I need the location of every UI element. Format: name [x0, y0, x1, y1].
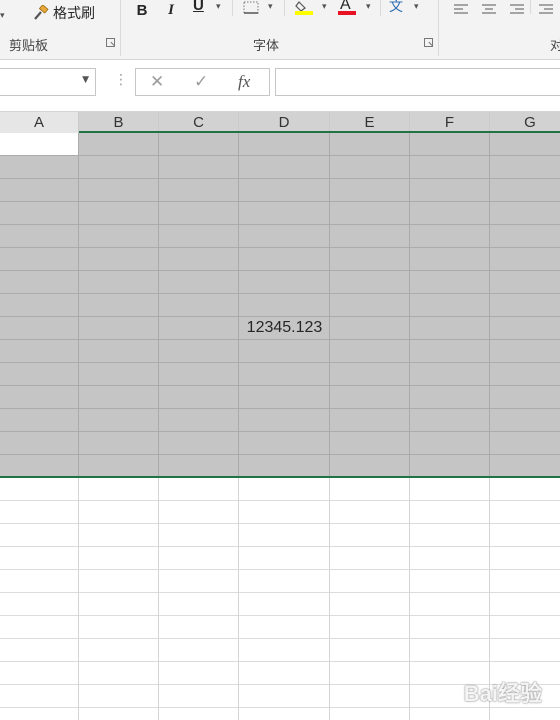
- column-header-e[interactable]: E: [330, 112, 410, 133]
- column-gridline: [158, 477, 159, 720]
- row-gridline: [0, 431, 560, 432]
- underline-dropdown-caret[interactable]: ▾: [216, 2, 221, 12]
- column-header-f[interactable]: F: [410, 112, 490, 133]
- bold-button[interactable]: B: [134, 0, 150, 20]
- clipboard-dialog-launcher[interactable]: [106, 38, 115, 47]
- paintbrush-icon: [34, 5, 49, 20]
- fill-color-button[interactable]: [294, 0, 316, 18]
- alignment-group-label: 对: [550, 39, 560, 54]
- indent-button[interactable]: [538, 0, 554, 14]
- paste-dropdown-caret[interactable]: ▾: [0, 6, 5, 26]
- name-box[interactable]: ▼: [0, 68, 96, 96]
- font-color-button[interactable]: A: [337, 0, 359, 18]
- font-color-icon: [338, 11, 356, 15]
- column-gridline: [409, 133, 410, 477]
- row-gridline: [0, 638, 560, 639]
- selection-range[interactable]: [0, 133, 560, 477]
- column-gridline: [329, 133, 330, 477]
- enter-icon[interactable]: ✓: [194, 72, 208, 92]
- row-gridline: [0, 224, 560, 225]
- active-cell[interactable]: [0, 133, 78, 156]
- underline-button[interactable]: U: [190, 0, 208, 20]
- align-center-icon: [482, 4, 496, 14]
- row-gridline: [0, 408, 560, 409]
- cell-d-value[interactable]: 12345.123: [239, 319, 330, 337]
- row-gridline: [0, 500, 560, 501]
- align-center-button[interactable]: [481, 0, 497, 14]
- format-painter-button[interactable]: 格式刷: [33, 3, 95, 23]
- column-gridline: [78, 477, 79, 720]
- indent-icon: [539, 4, 553, 14]
- align-right-icon: [510, 4, 524, 14]
- cell-grid[interactable]: 12345.123 Bai经验: [0, 133, 560, 720]
- row-gridline: [0, 339, 560, 340]
- baidu-watermark: Bai经验: [464, 676, 542, 708]
- insert-function-button[interactable]: fx: [238, 72, 250, 92]
- column-gridline: [409, 477, 410, 720]
- column-gridline: [489, 133, 490, 477]
- row-gridline: [0, 293, 560, 294]
- phonetic-guide-icon: 文: [389, 0, 403, 15]
- border-dropdown-caret[interactable]: ▾: [268, 2, 273, 12]
- fill-color-icon: [295, 1, 313, 15]
- group-separator: [120, 0, 121, 56]
- column-header-c[interactable]: C: [159, 112, 239, 133]
- watermark-text: Bai经验: [463, 681, 542, 706]
- column-header-d[interactable]: D: [239, 112, 330, 133]
- row-gridline: [0, 270, 560, 271]
- row-gridline: [0, 178, 560, 179]
- ribbon: ▾ 格式刷 剪贴板 B I U ▾ ▾ ▾ A ▾ 文 ▾ 字体 对: [0, 0, 560, 60]
- align-right-button[interactable]: [509, 0, 525, 14]
- phonetic-guide-button[interactable]: 文: [389, 0, 407, 16]
- row-gridline: [0, 546, 560, 547]
- formula-bar-grip-icon[interactable]: ⋮: [114, 72, 128, 88]
- fill-color-dropdown-caret[interactable]: ▾: [322, 2, 327, 12]
- column-header-a[interactable]: A: [0, 112, 79, 133]
- group-separator: [438, 0, 439, 56]
- column-gridline: [238, 477, 239, 720]
- column-gridline: [238, 133, 239, 477]
- font-color-dropdown-caret[interactable]: ▾: [366, 2, 371, 12]
- row-gridline: [0, 569, 560, 570]
- group-separator: [380, 0, 381, 16]
- underline-label: U: [193, 0, 204, 14]
- row-gridline: [0, 454, 560, 455]
- column-header-b[interactable]: B: [79, 112, 159, 133]
- row-gridline: [0, 247, 560, 248]
- row-gridline: [0, 615, 560, 616]
- column-header-g[interactable]: G: [490, 112, 560, 133]
- column-gridline: [78, 133, 79, 477]
- row-gridline: [0, 155, 560, 156]
- format-painter-label: 格式刷: [53, 6, 95, 22]
- clipboard-group-label: 剪贴板: [9, 39, 49, 54]
- row-gridline: [0, 661, 560, 662]
- row-gridline: [0, 201, 560, 202]
- column-gridline: [158, 133, 159, 477]
- row-gridline: [0, 523, 560, 524]
- row-gridline: [0, 592, 560, 593]
- formula-controls: ✕ ✓ fx: [135, 68, 270, 96]
- group-separator: [530, 0, 531, 14]
- row-gridline: [0, 362, 560, 363]
- row-gridline: [0, 385, 560, 386]
- border-button[interactable]: [242, 0, 260, 16]
- row-gridline: [0, 316, 560, 317]
- border-icon: [243, 1, 259, 14]
- align-left-icon: [454, 4, 468, 14]
- name-box-dropdown-icon[interactable]: ▼: [82, 75, 89, 85]
- phonetic-guide-dropdown-caret[interactable]: ▾: [414, 2, 419, 12]
- font-dialog-launcher[interactable]: [424, 38, 433, 47]
- formula-input[interactable]: [275, 68, 560, 96]
- font-group-label: 字体: [253, 39, 280, 54]
- column-gridline: [329, 477, 330, 720]
- group-separator: [232, 0, 233, 16]
- align-left-button[interactable]: [453, 0, 469, 14]
- italic-button[interactable]: I: [164, 0, 178, 20]
- group-separator: [284, 0, 285, 16]
- selection-bottom-border: [0, 476, 560, 478]
- cancel-icon[interactable]: ✕: [150, 72, 164, 92]
- column-header-row: A B C D E F G: [0, 111, 560, 133]
